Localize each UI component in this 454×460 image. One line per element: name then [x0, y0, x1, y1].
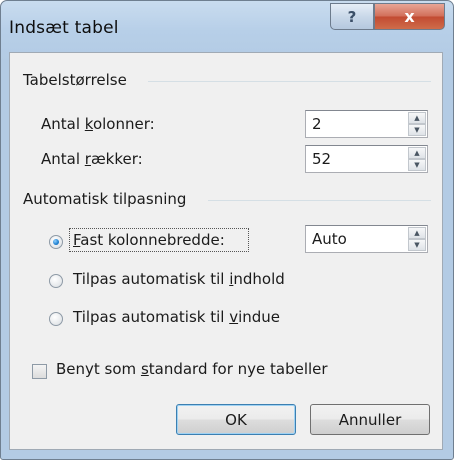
set-default-label-end: tandard for nye tabeller [148, 360, 328, 378]
fixed-width-label-text: ast kolonnebredde: [80, 231, 225, 249]
dialog-body: Tabelstørrelse Antal kolonner: 2 ▲ ▼ Ant… [9, 52, 443, 450]
columns-label-text-start: Antal [41, 115, 85, 133]
table-size-group-label: Tabelstørrelse [23, 71, 127, 89]
columns-label-mnemonic: k [84, 115, 93, 133]
radio-selected-dot [53, 239, 59, 245]
autofit-divider [208, 200, 431, 201]
columns-label-text-end: olonner: [92, 115, 155, 133]
set-default-mnemonic: s [140, 360, 149, 378]
columns-spin-down-icon[interactable]: ▼ [408, 124, 426, 136]
table-size-divider [148, 81, 431, 82]
help-button[interactable]: ? [330, 3, 374, 30]
autofit-content-label[interactable]: Tilpas automatisk til indhold [73, 270, 285, 288]
set-default-checkbox[interactable] [32, 364, 47, 379]
close-icon: x [404, 7, 415, 26]
columns-input[interactable]: 2 [312, 115, 322, 133]
fixed-width-label[interactable]: Fast kolonnebredde: [73, 231, 225, 249]
help-icon: ? [347, 7, 357, 26]
fixed-width-input[interactable]: Auto [312, 230, 347, 248]
set-default-label[interactable]: Benyt som standard for nye tabeller [56, 360, 328, 378]
fixed-width-radio[interactable] [49, 235, 63, 249]
cancel-button[interactable]: Annuller [310, 404, 430, 435]
set-default-label-start: Benyt som [56, 360, 141, 378]
columns-spin-up-icon[interactable]: ▲ [408, 112, 426, 124]
rows-spinbox[interactable]: 52 ▲ ▼ [305, 145, 428, 173]
rows-spin-down-icon[interactable]: ▼ [408, 159, 426, 171]
cancel-button-label: Annuller [338, 410, 402, 429]
fixed-width-spin-up-icon[interactable]: ▲ [408, 227, 426, 239]
autofit-content-label-start: Tilpas automatisk til [73, 270, 230, 288]
autofit-window-label[interactable]: Tilpas automatisk til vindue [73, 308, 280, 326]
autofit-window-radio[interactable] [49, 312, 63, 326]
close-button[interactable]: x [374, 3, 445, 30]
rows-spin-up-icon[interactable]: ▲ [408, 147, 426, 159]
autofit-group-label: Automatisk tilpasning [23, 190, 187, 208]
dialog-window: Indsæt tabel ? x Tabelstørrelse Antal ko… [0, 0, 454, 460]
columns-spinbox[interactable]: 2 ▲ ▼ [305, 110, 428, 138]
rows-label-text-start: Antal [41, 150, 85, 168]
autofit-window-mnemonic: v [229, 308, 239, 326]
ok-button-label: OK [225, 410, 247, 429]
dialog-title: Indsæt tabel [9, 18, 119, 38]
fixed-width-spinbox[interactable]: Auto ▲ ▼ [305, 225, 428, 253]
autofit-content-radio[interactable] [49, 274, 63, 288]
autofit-window-label-end: indue [238, 308, 281, 326]
rows-spin-arrows: ▲ ▼ [408, 147, 426, 171]
columns-label: Antal kolonner: [41, 115, 155, 133]
autofit-content-label-end: ndhold [233, 270, 285, 288]
fixed-width-spin-down-icon[interactable]: ▼ [408, 239, 426, 251]
ok-button[interactable]: OK [176, 404, 296, 435]
rows-label: Antal rækker: [41, 150, 143, 168]
rows-input[interactable]: 52 [312, 150, 331, 168]
title-bar[interactable]: Indsæt tabel ? x [1, 1, 453, 51]
autofit-window-label-start: Tilpas automatisk til [73, 308, 230, 326]
rows-label-text-end: ækker: [90, 150, 143, 168]
columns-spin-arrows: ▲ ▼ [408, 112, 426, 136]
fixed-width-spin-arrows: ▲ ▼ [408, 227, 426, 251]
